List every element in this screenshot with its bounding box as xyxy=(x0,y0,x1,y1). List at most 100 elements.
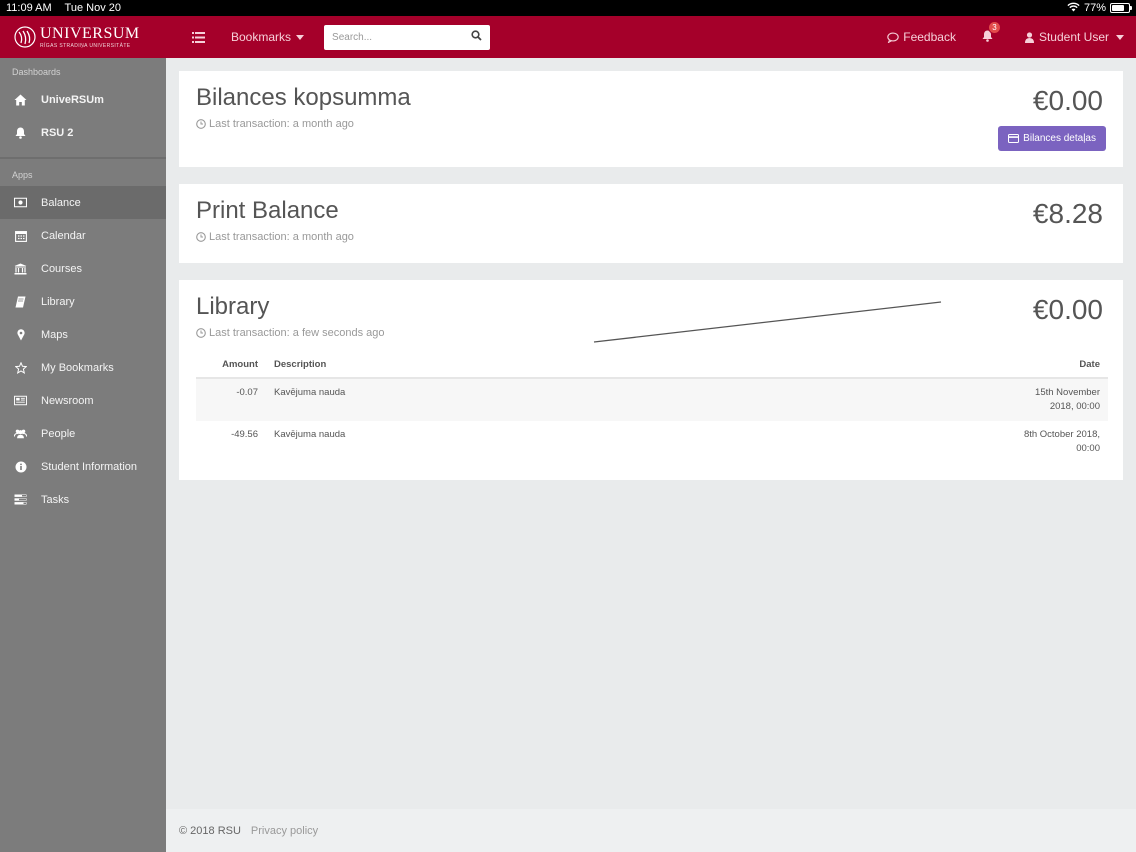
menu-toggle-icon[interactable] xyxy=(192,31,205,43)
bookmarks-dropdown[interactable]: Bookmarks xyxy=(231,30,305,44)
info-icon xyxy=(14,461,27,473)
cell-date: 8th October 2018, 00:00 xyxy=(998,421,1108,464)
privacy-policy-link[interactable]: Privacy policy xyxy=(251,825,318,837)
sidebar-item-rsu2[interactable]: RSU 2 xyxy=(0,116,166,149)
sidebar-heading-dashboards: Dashboards xyxy=(12,67,61,77)
last-transaction-text: Last transaction: a month ago xyxy=(209,231,354,243)
last-transaction: Last transaction: a month ago xyxy=(196,118,354,130)
table-row: -0.07 Kavējuma nauda 15th November 2018, … xyxy=(196,378,1108,421)
clock-icon xyxy=(196,232,206,242)
sidebar-item-universum[interactable]: UniveRSUm xyxy=(0,83,166,116)
tasks-icon xyxy=(14,494,27,505)
pen-stroke-annotation xyxy=(593,301,942,343)
money-icon xyxy=(14,197,27,208)
sidebar-item-newsroom[interactable]: Newsroom xyxy=(0,384,166,417)
sidebar-item-label: RSU 2 xyxy=(41,126,74,139)
sidebar-item-my-bookmarks[interactable]: My Bookmarks xyxy=(0,351,166,384)
logo-title: UNIVERSUM xyxy=(40,24,140,42)
home-icon xyxy=(14,94,27,106)
feedback-label: Feedback xyxy=(903,30,956,44)
last-transaction: Last transaction: a month ago xyxy=(196,231,354,243)
map-marker-icon xyxy=(14,328,27,341)
sidebar-item-calendar[interactable]: Calendar xyxy=(0,219,166,252)
battery-percent: 77% xyxy=(1083,2,1106,14)
search-input[interactable] xyxy=(332,31,472,43)
balance-details-label: Bilances detaļas xyxy=(1023,133,1096,144)
column-header-description: Description xyxy=(266,352,998,379)
search-icon[interactable] xyxy=(471,30,482,44)
bell-icon xyxy=(14,127,27,139)
cell-description: Kavējuma nauda xyxy=(266,378,998,421)
sidebar-item-label: People xyxy=(41,427,76,440)
cell-date-line1: 15th November xyxy=(1035,387,1100,398)
calendar-icon xyxy=(14,230,27,242)
user-name: Student User xyxy=(1038,30,1109,44)
notifications-button[interactable]: 3 xyxy=(982,20,1001,45)
card-title: Library xyxy=(196,293,270,320)
sidebar-item-label: Newsroom xyxy=(41,394,94,407)
sidebar-item-label: Student Information xyxy=(41,460,138,473)
sidebar-item-label: My Bookmarks xyxy=(41,361,114,374)
users-icon xyxy=(14,428,27,439)
page-footer: © 2018 RSU Privacy policy xyxy=(166,809,1136,852)
last-transaction-text: Last transaction: a few seconds ago xyxy=(209,327,385,339)
sidebar-item-label: Balance xyxy=(41,196,81,209)
library-amount: €0.00 xyxy=(1032,294,1103,325)
clock-icon xyxy=(196,119,206,129)
sidebar-item-balance[interactable]: Balance xyxy=(0,186,166,219)
clock-icon xyxy=(196,328,206,338)
caret-down-icon xyxy=(296,34,305,40)
sidebar-item-maps[interactable]: Maps xyxy=(0,318,166,351)
sidebar-item-label: Courses xyxy=(41,262,82,275)
cell-date: 15th November 2018, 00:00 xyxy=(998,378,1108,421)
logo-subtitle: RĪGAS STRADIŅA UNIVERSITĀTE xyxy=(40,42,131,49)
sidebar-heading-apps: Apps xyxy=(12,170,33,180)
comment-icon xyxy=(887,32,899,43)
card-title: Print Balance xyxy=(196,197,339,224)
universum-logo[interactable]: UNIVERSUM RĪGAS STRADIŅA UNIVERSITĀTE xyxy=(0,24,166,49)
cell-description: Kavējuma nauda xyxy=(274,429,346,440)
ios-status-bar: 11:09 AM Tue Nov 20 77% xyxy=(0,0,1136,16)
book-icon xyxy=(14,296,27,308)
print-balance-amount: €8.28 xyxy=(1032,198,1103,229)
column-header-amount: Amount xyxy=(196,352,266,379)
feedback-link[interactable]: Feedback xyxy=(887,30,956,44)
last-transaction-text: Last transaction: a month ago xyxy=(209,118,354,130)
library-transactions-table: Amount Description Date -0.07 Kavējuma n… xyxy=(196,352,1108,464)
main-content: Bilances kopsumma Last transaction: a mo… xyxy=(166,58,1136,852)
sidebar-item-label: Library xyxy=(41,295,75,308)
credit-card-icon xyxy=(1008,134,1020,143)
sidebar-item-label: UniveRSUm xyxy=(41,93,104,106)
sidebar-item-label: Calendar xyxy=(41,229,86,242)
sidebar-item-tasks[interactable]: Tasks xyxy=(0,483,166,516)
sidebar-divider xyxy=(0,157,166,159)
balance-amount: €0.00 xyxy=(1032,85,1103,116)
top-navbar: UNIVERSUM RĪGAS STRADIŅA UNIVERSITĀTE Bo… xyxy=(0,16,1136,58)
cell-date-line2: 2018, 00:00 xyxy=(1049,401,1100,412)
user-menu[interactable]: Student User xyxy=(1024,30,1124,44)
sidebar: Dashboards UniveRSUm RSU 2 Apps Balance … xyxy=(0,58,166,852)
bilances-card: Bilances kopsumma Last transaction: a mo… xyxy=(179,71,1123,167)
balance-details-button[interactable]: Bilances detaļas xyxy=(998,126,1106,151)
sidebar-item-student-information[interactable]: Student Information xyxy=(0,450,166,483)
table-row: -49.56 Kavējuma nauda 8th October 2018, 0… xyxy=(196,421,1108,464)
cell-amount: -49.56 xyxy=(231,429,258,440)
newspaper-icon xyxy=(14,395,27,406)
wifi-icon xyxy=(1067,2,1080,15)
search-box xyxy=(324,24,491,50)
cell-amount: -0.07 xyxy=(196,378,266,421)
library-card: Library Last transaction: a few seconds … xyxy=(179,280,1123,480)
sidebar-item-people[interactable]: People xyxy=(0,417,166,450)
user-icon xyxy=(1024,31,1034,43)
battery-icon xyxy=(1110,3,1132,13)
status-time: 11:09 AM xyxy=(6,2,52,14)
caret-down-icon xyxy=(1116,34,1124,40)
sidebar-item-courses[interactable]: Courses xyxy=(0,252,166,285)
last-transaction: Last transaction: a few seconds ago xyxy=(196,327,385,339)
footer-copyright: © 2018 RSU xyxy=(179,824,241,837)
table-header-row: Amount Description Date xyxy=(196,352,1108,379)
logo-emblem-icon xyxy=(14,26,36,48)
notification-count-badge: 3 xyxy=(987,20,1001,34)
cell-date-line1: 8th October 2018, xyxy=(1023,429,1100,440)
sidebar-item-library[interactable]: Library xyxy=(0,285,166,318)
